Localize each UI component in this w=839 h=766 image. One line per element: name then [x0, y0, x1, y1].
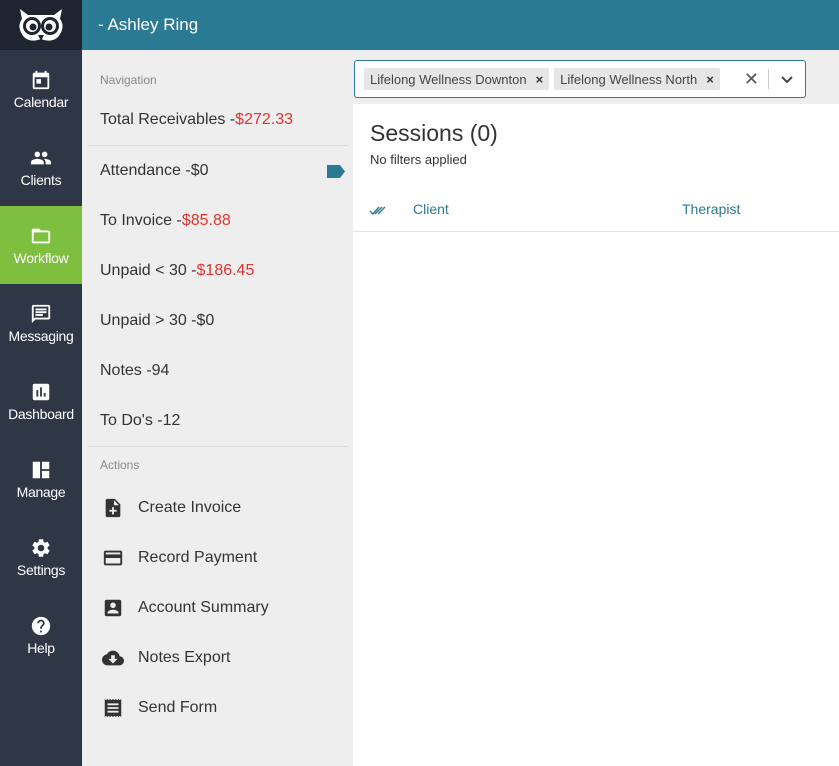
filter-chip: Lifelong Wellness Downton × — [364, 68, 550, 90]
people-icon — [30, 151, 52, 164]
nav-item-label: Unpaid < 30 - — [100, 262, 197, 279]
table-header: Client Therapist — [353, 190, 839, 232]
left-rail: Calendar Clients Workflow Messaging Dash… — [0, 0, 82, 766]
top-header: - Ashley Ring — [82, 0, 839, 50]
account-box-icon — [104, 599, 122, 617]
rail-item-clients[interactable]: Clients — [0, 128, 82, 206]
chevron-down-icon[interactable] — [779, 71, 795, 87]
rail-item-settings[interactable]: Settings — [0, 518, 82, 596]
cloud-download-icon — [102, 650, 124, 666]
navigation-label: Navigation — [100, 73, 157, 87]
nav-item-amount: $186.45 — [196, 262, 255, 279]
owl-logo[interactable] — [0, 0, 82, 50]
gear-icon — [32, 538, 50, 557]
rail-item-manage[interactable]: Manage — [0, 440, 82, 518]
action-create-invoice[interactable]: Create Invoice — [82, 483, 353, 533]
rail-label: Clients — [20, 171, 62, 188]
double-check-icon[interactable] — [369, 203, 387, 217]
nav-item-amount: $85.88 — [181, 212, 231, 229]
rail-label: Help — [27, 639, 55, 656]
credit-card-icon — [103, 550, 123, 566]
rail-label: Workflow — [13, 249, 69, 266]
remove-chip-icon[interactable]: × — [706, 72, 714, 87]
action-send-form[interactable]: Send Form — [82, 683, 353, 733]
nav-item-attendance[interactable]: Attendance - $0 — [82, 146, 353, 196]
rail-label: Messaging — [8, 327, 74, 344]
actions-label: Actions — [100, 458, 140, 472]
action-notes-export[interactable]: Notes Export — [82, 633, 353, 683]
calendar-icon — [32, 70, 50, 89]
filter-bar: Lifelong Wellness Downton × Lifelong Wel… — [353, 50, 839, 104]
workflow-panel: Navigation Total Receivables - $272.33 A… — [82, 50, 353, 766]
receipt-icon — [104, 698, 122, 718]
action-account-summary[interactable]: Account Summary — [82, 583, 353, 633]
nav-item-total-receivables[interactable]: Total Receivables - $272.33 — [82, 95, 353, 145]
sessions-content: Sessions (0) No filters applied Client T… — [353, 104, 839, 766]
layout-icon — [32, 461, 50, 478]
filter-chip: Lifelong Wellness North × — [554, 68, 720, 90]
message-icon — [31, 304, 51, 323]
header-title: - Ashley Ring — [98, 15, 199, 34]
nav-item-label: Notes - — [100, 362, 152, 379]
nav-item-label: Total Receivables - — [100, 111, 236, 128]
nav-item-label: Unpaid > 30 - — [100, 312, 197, 329]
nav-item-to-invoice[interactable]: To Invoice - $85.88 — [82, 196, 353, 246]
filters-status: No filters applied — [370, 152, 467, 167]
sessions-title: Sessions (0) — [370, 120, 498, 146]
nav-item-amount: $0 — [190, 162, 209, 179]
rail-item-workflow[interactable]: Workflow — [0, 206, 82, 284]
folder-icon — [31, 228, 51, 243]
nav-item-label: Attendance - — [100, 162, 191, 179]
column-therapist[interactable]: Therapist — [682, 201, 740, 217]
location-multiselect[interactable]: Lifelong Wellness Downton × Lifelong Wel… — [354, 60, 806, 98]
rail-label: Settings — [16, 561, 66, 578]
nav-item-amount: $272.33 — [235, 111, 294, 128]
action-label: Notes Export — [138, 649, 231, 666]
nav-item-label: To Invoice - — [100, 212, 182, 229]
rail-item-messaging[interactable]: Messaging — [0, 284, 82, 362]
nav-item-notes[interactable]: Notes - 94 — [82, 346, 353, 396]
action-label: Record Payment — [138, 549, 258, 566]
rail-label: Calendar — [13, 93, 69, 110]
filter-chip-label: Lifelong Wellness North — [560, 71, 698, 87]
nav-item-amount: 12 — [162, 412, 181, 429]
nav-item-amount: $0 — [196, 312, 215, 329]
help-icon — [31, 616, 51, 635]
nav-item-amount: 94 — [151, 362, 170, 379]
action-record-payment[interactable]: Record Payment — [82, 533, 353, 583]
nav-item-to-dos[interactable]: To Do's - 12 — [82, 396, 353, 446]
nav-item-unpaid-under-30[interactable]: Unpaid < 30 - $186.45 — [82, 246, 353, 296]
clear-all-icon[interactable]: ✕ — [744, 70, 759, 88]
owl-logo-icon — [19, 9, 63, 41]
action-label: Send Form — [138, 699, 218, 716]
rail-label: Manage — [16, 483, 66, 500]
add-file-icon — [105, 498, 121, 518]
rail-item-help[interactable]: Help — [0, 596, 82, 674]
action-label: Account Summary — [138, 599, 269, 616]
rail-item-calendar[interactable]: Calendar — [0, 50, 82, 128]
nav-item-label: To Do's - — [100, 412, 163, 429]
separator — [768, 69, 769, 89]
rail-label: Dashboard — [8, 405, 74, 422]
remove-chip-icon[interactable]: × — [536, 72, 544, 87]
action-label: Create Invoice — [138, 499, 242, 516]
filter-chip-label: Lifelong Wellness Downton — [370, 71, 527, 87]
nav-item-unpaid-over-30[interactable]: Unpaid > 30 - $0 — [82, 296, 353, 346]
tag-icon — [327, 165, 345, 178]
column-client[interactable]: Client — [413, 201, 449, 217]
bar-chart-icon — [32, 383, 50, 400]
rail-item-dashboard[interactable]: Dashboard — [0, 362, 82, 440]
